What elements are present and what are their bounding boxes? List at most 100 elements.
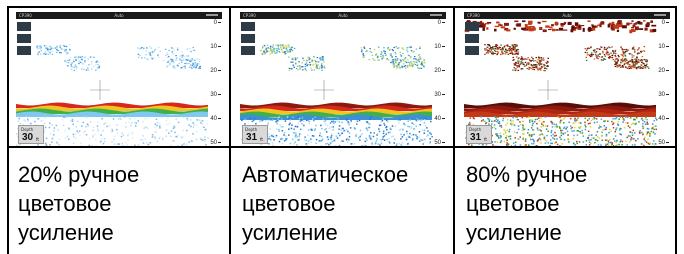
subbottom-echo [370,116,372,118]
fish-echo [313,69,316,71]
fish-echo [525,64,528,67]
subbottom-echo [508,135,510,138]
subbottom-echo [380,139,382,141]
subbottom-echo [382,118,384,120]
subbottom-echo [413,128,416,131]
surface-clutter [588,26,592,30]
subbottom-echo [600,118,603,121]
fish-echo [194,64,196,67]
subbottom-echo [576,130,579,132]
subbottom-echo [319,132,321,134]
depth-scale-tick: 20 [210,68,221,74]
subbottom-echo [499,134,502,137]
fish-echo [514,69,516,72]
fish-echo [192,61,194,63]
fish-echo [320,67,323,69]
fish-echo [181,59,184,61]
subbottom-echo [532,142,535,145]
subbottom-echo [296,126,299,128]
fish-echo [276,52,278,54]
subbottom-echo [312,118,314,120]
subbottom-echo [528,119,531,122]
subbottom-echo [195,130,198,133]
subbottom-echo [291,124,293,126]
subbottom-echo [331,133,333,135]
subbottom-echo [95,145,97,146]
subbottom-echo [199,137,202,139]
subbottom-echo [396,116,399,118]
fish-echo [397,66,399,68]
fish-echo [646,66,649,68]
subbottom-echo [328,127,331,130]
fish-echo [265,51,267,53]
subbottom-echo [292,138,294,141]
subbottom-echo [310,141,312,143]
fish-echo [634,58,636,61]
subbottom-echo [620,139,622,141]
fish-echo [56,49,58,51]
subbottom-echo [509,138,512,140]
fish-echo [280,48,283,50]
subbottom-echo [608,128,611,131]
subbottom-echo [299,128,302,131]
fish-echo [164,48,167,50]
fish-echo [306,60,308,62]
surface-clutter [524,23,528,28]
fish-echo [616,60,619,62]
fish-echo [403,65,406,68]
fish-echo [381,58,383,60]
subbottom-echo [585,140,588,142]
subbottom-echo [612,144,615,146]
fish-echo [175,55,177,57]
subbottom-echo [408,125,411,128]
fish-echo [176,47,179,49]
subbottom-echo [330,120,333,123]
fish-echo [87,58,89,60]
subbottom-echo [645,133,648,136]
subbottom-echo [598,137,601,139]
fish-echo [408,61,410,63]
subbottom-echo [161,139,164,141]
subbottom-echo [49,122,51,124]
fish-echo [97,64,99,66]
fish-echo [377,56,379,58]
fish-echo [634,64,636,66]
fish-echo [613,52,615,54]
fish-echo [268,50,270,52]
subbottom-echo [415,134,417,136]
subbottom-echo [342,140,344,142]
fish-echo [635,67,638,69]
fish-echo [512,59,514,61]
subbottom-echo [324,119,327,122]
fish-echo [629,64,631,66]
subbottom-echo [405,138,408,141]
subbottom-echo [165,123,168,126]
subbottom-echo [614,135,617,137]
subbottom-echo [595,118,598,120]
fish-echo [600,56,603,58]
fish-echo [517,62,520,64]
fish-echo [77,58,79,60]
subbottom-echo [71,120,74,123]
subbottom-echo [281,125,284,128]
fish-echo [291,61,294,63]
subbottom-echo [186,129,188,132]
subbottom-echo [534,118,537,121]
fish-echo [487,44,489,46]
subbottom-echo [616,139,618,142]
fish-echo [52,47,54,49]
fish-echo [66,65,69,67]
fish-echo [535,66,537,69]
subbottom-echo [126,144,129,146]
subbottom-echo [606,140,608,142]
fish-echo [531,56,533,58]
fish-echo [51,50,53,52]
menu-icon [430,14,442,16]
fish-echo [381,52,383,54]
side-panel-3 [241,46,255,55]
fish-echo [322,59,324,61]
fish-echo [56,46,58,48]
subbottom-echo [53,129,55,132]
subbottom-echo [330,126,332,128]
fish-echo [36,45,39,47]
